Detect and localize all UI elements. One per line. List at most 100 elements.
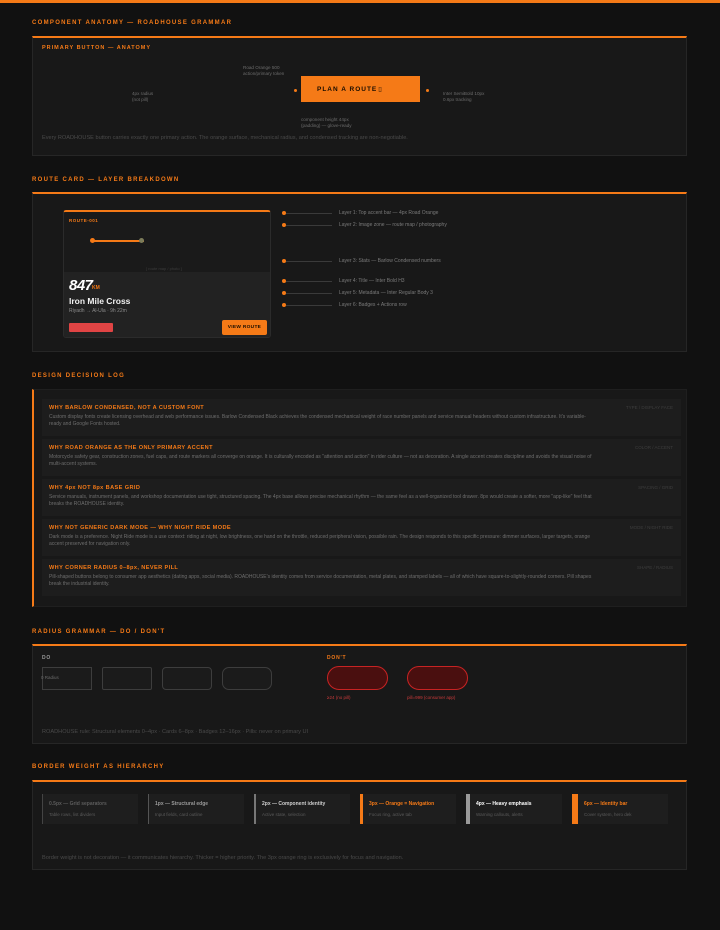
- layer-label: Layer 1: Top accent bar — 4px Road Orang…: [339, 210, 439, 216]
- log-entry-tag: SPACING / GRID: [638, 485, 673, 490]
- border-weight-card: 3px — Orange = Navigation Focus ring, ac…: [360, 794, 456, 824]
- layer-label: Layer 6: Badges + Actions row: [339, 302, 407, 308]
- log-entry-tag: TYPE / DISPLAY FACE: [625, 405, 673, 410]
- decision-log-panel: WHY BARLOW CONDENSED, NOT A CUSTOM FONT …: [32, 389, 687, 607]
- radius-note: 4px radius (not pill): [132, 91, 154, 102]
- do-radius-8-box: [222, 667, 272, 690]
- layer-label: Layer 4: Title — Inter Bold H3: [339, 278, 405, 284]
- log-entry-tag: SHAPE / RADIUS: [636, 565, 673, 570]
- border-weight-sub: Cover system, hero dek: [584, 812, 632, 817]
- touch-note: component height 44px (padding) — glove-…: [301, 117, 352, 128]
- route-line: [92, 240, 144, 242]
- section-title-decision-log: DESIGN DECISION LOG: [32, 373, 126, 379]
- log-entry-tag: COLOR / ACCENT: [634, 445, 673, 450]
- log-entry: WHY BARLOW CONDENSED, NOT A CUSTOM FONT …: [42, 399, 681, 436]
- log-entry-title: WHY NOT GENERIC DARK MODE — WHY NIGHT RI…: [49, 525, 232, 531]
- layer-row: Layer 5: Metadata — Inter Regular Body 3: [282, 290, 482, 298]
- route-card[interactable]: ROUTE-001 [ route map / photo ] 847 KM I…: [63, 210, 271, 338]
- anatomy-caption: Every ROADHOUSE button carries exactly o…: [42, 135, 408, 141]
- view-route-button[interactable]: VIEW ROUTE: [222, 320, 267, 335]
- layer-row: Layer 1: Top accent bar — 4px Road Orang…: [282, 210, 482, 218]
- log-entry-body: Motorcycle safety gear, construction zon…: [49, 454, 592, 467]
- layer-label: Layer 3: Stats — Barlow Condensed number…: [339, 258, 441, 264]
- border-weight-title: 0.5px — Grid separators: [49, 801, 107, 807]
- layer-label: Layer 2: Image zone — route map / photog…: [339, 222, 447, 228]
- border-weight-card: 1px — Structural edge Input fields, card…: [148, 794, 244, 824]
- surface-note: Road Orange 500 action/primary token: [243, 65, 285, 76]
- route-badge: [69, 323, 113, 332]
- anatomy-panel: PRIMARY BUTTON — ANATOMY Road Orange 500…: [32, 36, 687, 156]
- log-entry-title: WHY ROAD ORANGE AS THE ONLY PRIMARY ACCE…: [49, 445, 213, 451]
- layer-connector: [286, 225, 332, 226]
- route-card-panel: ROUTE-001 [ route map / photo ] 847 KM I…: [32, 192, 687, 352]
- border-weight-title: 3px — Orange = Navigation: [369, 801, 435, 807]
- route-body: 847 KM Iron Mile Cross Riyadh → Al-Ula ·…: [64, 272, 270, 337]
- dont-caption: ≥24 (no pill): [327, 695, 351, 700]
- layer-connector: [286, 305, 332, 306]
- layer-connector: [286, 293, 332, 294]
- border-weight-sub: Input fields, card outline: [155, 812, 203, 817]
- layer-label: Layer 5: Metadata — Inter Regular Body 3: [339, 290, 433, 296]
- dont-label: DON'T: [327, 655, 347, 661]
- border-weight-sub: Active state, selection: [262, 812, 306, 817]
- anatomy-panel-label: PRIMARY BUTTON — ANATOMY: [42, 45, 152, 51]
- border-weight-card: 0.5px — Grid separators Table rows, list…: [42, 794, 138, 824]
- log-entry: WHY ROAD ORANGE AS THE ONLY PRIMARY ACCE…: [42, 439, 681, 476]
- route-distance: 847: [69, 277, 93, 294]
- do-radius-4-box: [162, 667, 212, 690]
- do-label: DO: [42, 655, 52, 661]
- section-title-route-card: ROUTE CARD — LAYER BREAKDOWN: [32, 177, 180, 183]
- layer-row: Layer 3: Stats — Barlow Condensed number…: [282, 258, 482, 266]
- section-title-border-weight: BORDER WEIGHT AS HIERARCHY: [32, 764, 165, 770]
- radius-panel: DO DON'T 0 Radius ≥24 (no pill) pill=999…: [32, 644, 687, 744]
- anchor-dot-left: [294, 89, 297, 92]
- anchor-dot-right: [426, 89, 429, 92]
- log-entry-tag: MODE / NIGHT RIDE: [629, 525, 673, 530]
- log-entry-title: WHY BARLOW CONDENSED, NOT A CUSTOM FONT: [49, 405, 205, 411]
- route-meta: Riyadh → Al-Ula · 9h 22m: [69, 308, 127, 314]
- log-entry-title: WHY CORNER RADIUS 0–8px, NEVER PILL: [49, 565, 179, 571]
- cursor-icon: ▯: [378, 86, 383, 93]
- dont-pill-box: [407, 666, 468, 690]
- layer-row: Layer 2: Image zone — route map / photog…: [282, 222, 482, 230]
- log-entry: WHY 4px NOT 8px BASE GRID Service manual…: [42, 479, 681, 516]
- plan-route-button-label: PLAN A ROUTE: [317, 85, 378, 93]
- dont-radius-24-box: [327, 666, 388, 690]
- log-entry: WHY NOT GENERIC DARK MODE — WHY NIGHT RI…: [42, 519, 681, 556]
- route-map-placeholder: [ route map / photo ]: [146, 266, 182, 271]
- border-weight-card: 2px — Component identity Active state, s…: [254, 794, 350, 824]
- type-note: Inter SemiBold 10px 0.6px tracking: [443, 91, 485, 102]
- border-weight-title: 6px — Identity bar: [584, 801, 628, 807]
- border-weight-panel: 0.5px — Grid separators Table rows, list…: [32, 780, 687, 870]
- do-radius-0-box: 0 Radius: [41, 667, 92, 690]
- layer-connector: [286, 213, 332, 214]
- border-weight-sub: Warning callouts, alerts: [476, 812, 523, 817]
- layer-row: Layer 6: Badges + Actions row: [282, 302, 482, 310]
- do-box-label: 0 Radius: [41, 675, 59, 680]
- section-title-anatomy: COMPONENT ANATOMY — ROADHOUSE GRAMMAR: [32, 20, 233, 26]
- border-weight-title: 4px — Heavy emphasis: [476, 801, 532, 807]
- route-start-marker-icon: [90, 238, 95, 243]
- border-weight-card: 6px — Identity bar Cover system, hero de…: [572, 794, 668, 824]
- border-weight-sub: Focus ring, active tab: [369, 812, 412, 817]
- section-title-radius: RADIUS GRAMMAR — DO / DON'T: [32, 629, 166, 635]
- log-entry-body: Pill-shaped buttons belong to consumer a…: [49, 574, 592, 587]
- radius-caption: ROADHOUSE rule: Structural elements 0–4p…: [42, 729, 309, 735]
- plan-route-button[interactable]: PLAN A ROUTE ▯: [301, 76, 420, 102]
- top-accent-bar: [0, 0, 720, 3]
- border-weight-sub: Table rows, list dividers: [49, 812, 96, 817]
- log-entry-body: Dark mode is a preference. Night Ride mo…: [49, 534, 591, 547]
- border-weight-card: 4px — Heavy emphasis Warning callouts, a…: [466, 794, 562, 824]
- log-entry: WHY CORNER RADIUS 0–8px, NEVER PILL Pill…: [42, 559, 681, 596]
- route-map-zone: ROUTE-001 [ route map / photo ]: [64, 212, 270, 272]
- route-distance-unit: KM: [92, 285, 100, 291]
- dont-caption: pill=999 (consumer app): [407, 695, 456, 700]
- layer-connector: [286, 261, 332, 262]
- border-weight-caption: Border weight is not decoration — it com…: [42, 855, 404, 861]
- do-radius-2-box: [102, 667, 152, 690]
- border-weight-title: 2px — Component identity: [262, 801, 326, 807]
- route-name: Iron Mile Cross: [69, 296, 131, 306]
- border-weight-title: 1px — Structural edge: [155, 801, 209, 807]
- layer-row: Layer 4: Title — Inter Bold H3: [282, 278, 482, 286]
- log-entry-body: Service manuals, instrument panels, and …: [49, 494, 592, 507]
